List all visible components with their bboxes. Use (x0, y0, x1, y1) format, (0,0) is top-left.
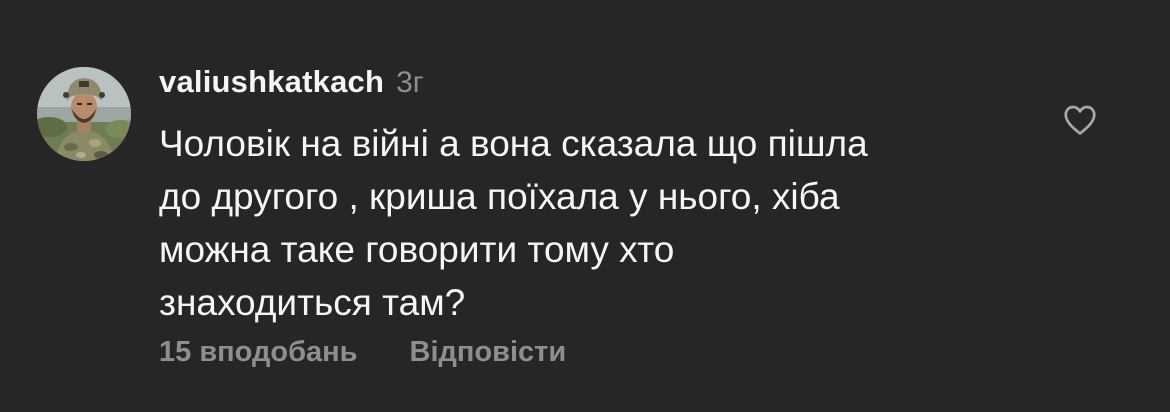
timestamp: 3г (396, 66, 424, 99)
comment-text: Чоловік на війні а вона сказала що пішла… (159, 123, 868, 323)
reply-button[interactable]: Відповісти (410, 336, 567, 369)
likes-count[interactable]: 15 вподобань (159, 336, 358, 369)
comment-item: valiushkatkach 3г Чоловік на війні а вон… (0, 0, 1170, 412)
comment-header: valiushkatkach 3г (159, 64, 424, 104)
username[interactable]: valiushkatkach (159, 64, 384, 100)
comment-actions: 15 вподобань Відповісти (159, 336, 566, 369)
avatar[interactable] (37, 67, 131, 161)
heart-icon[interactable] (1061, 101, 1099, 139)
avatar-photo (37, 67, 131, 161)
